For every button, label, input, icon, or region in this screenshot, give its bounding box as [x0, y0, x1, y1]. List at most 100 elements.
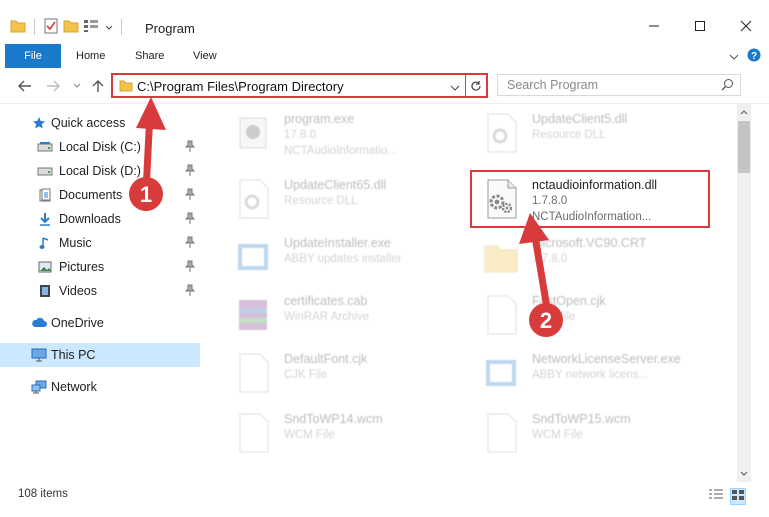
- videos-icon: [37, 283, 53, 299]
- sidebar-item-label: Music: [59, 236, 92, 250]
- folder-icon[interactable]: [10, 19, 26, 36]
- sidebar-item-label: Documents: [59, 188, 123, 202]
- search-input[interactable]: Search Program: [507, 78, 598, 92]
- scroll-down-button[interactable]: [737, 466, 751, 482]
- music-icon: [37, 235, 53, 251]
- drive-icon: [37, 163, 53, 179]
- exe-icon: [234, 112, 272, 154]
- sidebar-item-pictures[interactable]: Pictures: [0, 255, 200, 279]
- sidebar-item-network[interactable]: Network: [0, 375, 200, 399]
- folder-icon: [482, 236, 520, 278]
- installer-icon: [482, 352, 520, 394]
- sidebar-item-label: Videos: [59, 284, 97, 298]
- sidebar-item-label: This PC: [51, 348, 96, 362]
- sidebar-item-downloads[interactable]: Downloads: [0, 207, 200, 231]
- file-detail: 1.7.8.0: [532, 253, 568, 265]
- file-detail: WCM File: [284, 429, 335, 441]
- search-icon[interactable]: [721, 78, 734, 94]
- drive-icon: [37, 139, 53, 155]
- file-item[interactable]: UpdateClient5.dll Resource DLL: [470, 104, 710, 162]
- star-icon: [31, 115, 47, 131]
- file-icon: [234, 412, 272, 454]
- up-button[interactable]: [89, 77, 107, 95]
- pin-icon[interactable]: [184, 236, 196, 251]
- scroll-up-button[interactable]: [737, 104, 751, 120]
- pin-icon[interactable]: [184, 260, 196, 275]
- chevron-down-icon[interactable]: [105, 20, 113, 34]
- expand-ribbon-icon[interactable]: [729, 50, 739, 64]
- scroll-thumb[interactable]: [738, 121, 750, 173]
- sidebar-item-label: Quick access: [51, 116, 126, 130]
- sidebar-item-music[interactable]: Music: [0, 231, 200, 255]
- file-item[interactable]: DefaultFont.cjk CJK File: [222, 344, 462, 402]
- navigation-bar: C:\Program Files\Program Directory Searc…: [0, 68, 769, 104]
- file-item[interactable]: FastOpen.cjk CJK File: [470, 286, 710, 344]
- refresh-button[interactable]: [465, 75, 486, 96]
- svg-text:?: ?: [751, 51, 757, 62]
- tab-share[interactable]: Share: [135, 44, 164, 68]
- file-detail: WinRAR Archive: [284, 311, 369, 323]
- file-list: program.exe 17.8.0 NCTAudioInformatio...…: [210, 104, 737, 482]
- item-count: 108 items: [18, 488, 68, 500]
- file-item[interactable]: NetworkLicenseServer.exe ABBY network li…: [470, 344, 710, 402]
- highlight-box: [470, 170, 710, 228]
- help-icon[interactable]: ?: [747, 48, 761, 65]
- sidebar-item-documents[interactable]: Documents: [0, 183, 200, 207]
- new-folder-icon[interactable]: [63, 19, 79, 36]
- sidebar-item-label: Pictures: [59, 260, 105, 274]
- file-item[interactable]: certificates.cab WinRAR Archive: [222, 286, 462, 344]
- address-path[interactable]: C:\Program Files\Program Directory: [137, 79, 344, 94]
- view-options-icon[interactable]: [83, 19, 101, 36]
- file-detail: CJK File: [532, 311, 576, 323]
- minimize-button[interactable]: [631, 10, 677, 42]
- file-item[interactable]: UpdateInstaller.exe ABBY updates install…: [222, 228, 462, 286]
- sidebar-item-local-disk-d[interactable]: Local Disk (D:): [0, 159, 200, 183]
- maximize-button[interactable]: [677, 10, 723, 42]
- file-detail: ABBY network licens...: [532, 369, 649, 381]
- ribbon-controls: ?: [729, 48, 761, 65]
- cloud-icon: [31, 315, 47, 331]
- large-icons-view-icon[interactable]: [730, 488, 746, 505]
- file-icon: [234, 352, 272, 394]
- file-name: UpdateInstaller.exe: [284, 236, 392, 250]
- address-bar[interactable]: C:\Program Files\Program Directory: [111, 73, 488, 98]
- window-controls: [631, 10, 769, 42]
- sidebar-item-label: Network: [51, 380, 97, 394]
- sidebar-item-this-pc[interactable]: This PC: [0, 343, 200, 367]
- file-item[interactable]: Microsoft.VC90.CRT 1.7.8.0: [470, 228, 710, 286]
- pin-icon[interactable]: [184, 164, 196, 179]
- details-view-icon[interactable]: [708, 488, 724, 505]
- documents-icon: [37, 187, 53, 203]
- file-detail: Resource DLL: [284, 195, 358, 207]
- sidebar-item-label: Local Disk (D:): [59, 164, 141, 178]
- properties-icon[interactable]: [43, 18, 59, 37]
- sidebar-item-label: Local Disk (C:): [59, 140, 141, 154]
- pin-icon[interactable]: [184, 140, 196, 155]
- search-box[interactable]: Search Program: [497, 74, 741, 96]
- tab-file[interactable]: File: [5, 44, 61, 68]
- file-item[interactable]: SndToWP14.wcm WCM File: [222, 404, 462, 462]
- chevron-down-icon[interactable]: [450, 81, 460, 95]
- file-icon: [482, 294, 520, 336]
- tab-home[interactable]: Home: [76, 44, 105, 68]
- pin-icon[interactable]: [184, 188, 196, 203]
- sidebar-item-onedrive[interactable]: OneDrive: [0, 311, 200, 335]
- sidebar-item-videos[interactable]: Videos: [0, 279, 200, 303]
- folder-icon: [119, 80, 133, 95]
- back-button[interactable]: [16, 77, 34, 95]
- file-icon: [482, 412, 520, 454]
- vertical-scrollbar[interactable]: [737, 104, 751, 482]
- file-item[interactable]: SndToWP15.wcm WCM File: [470, 404, 710, 462]
- close-button[interactable]: [723, 10, 769, 42]
- file-name: SndToWP14.wcm: [284, 412, 383, 426]
- sidebar-item-local-disk-c[interactable]: Local Disk (C:): [0, 135, 200, 159]
- tab-view[interactable]: View: [193, 44, 217, 68]
- file-name: program.exe: [284, 112, 355, 126]
- file-item[interactable]: program.exe 17.8.0 NCTAudioInformatio...: [222, 104, 462, 162]
- forward-button[interactable]: [44, 77, 62, 95]
- sidebar-item-quick-access[interactable]: Quick access: [0, 111, 200, 135]
- pin-icon[interactable]: [184, 284, 196, 299]
- pin-icon[interactable]: [184, 212, 196, 227]
- recent-locations-button[interactable]: [68, 77, 86, 95]
- file-item[interactable]: UpdateClient65.dll Resource DLL: [222, 170, 462, 228]
